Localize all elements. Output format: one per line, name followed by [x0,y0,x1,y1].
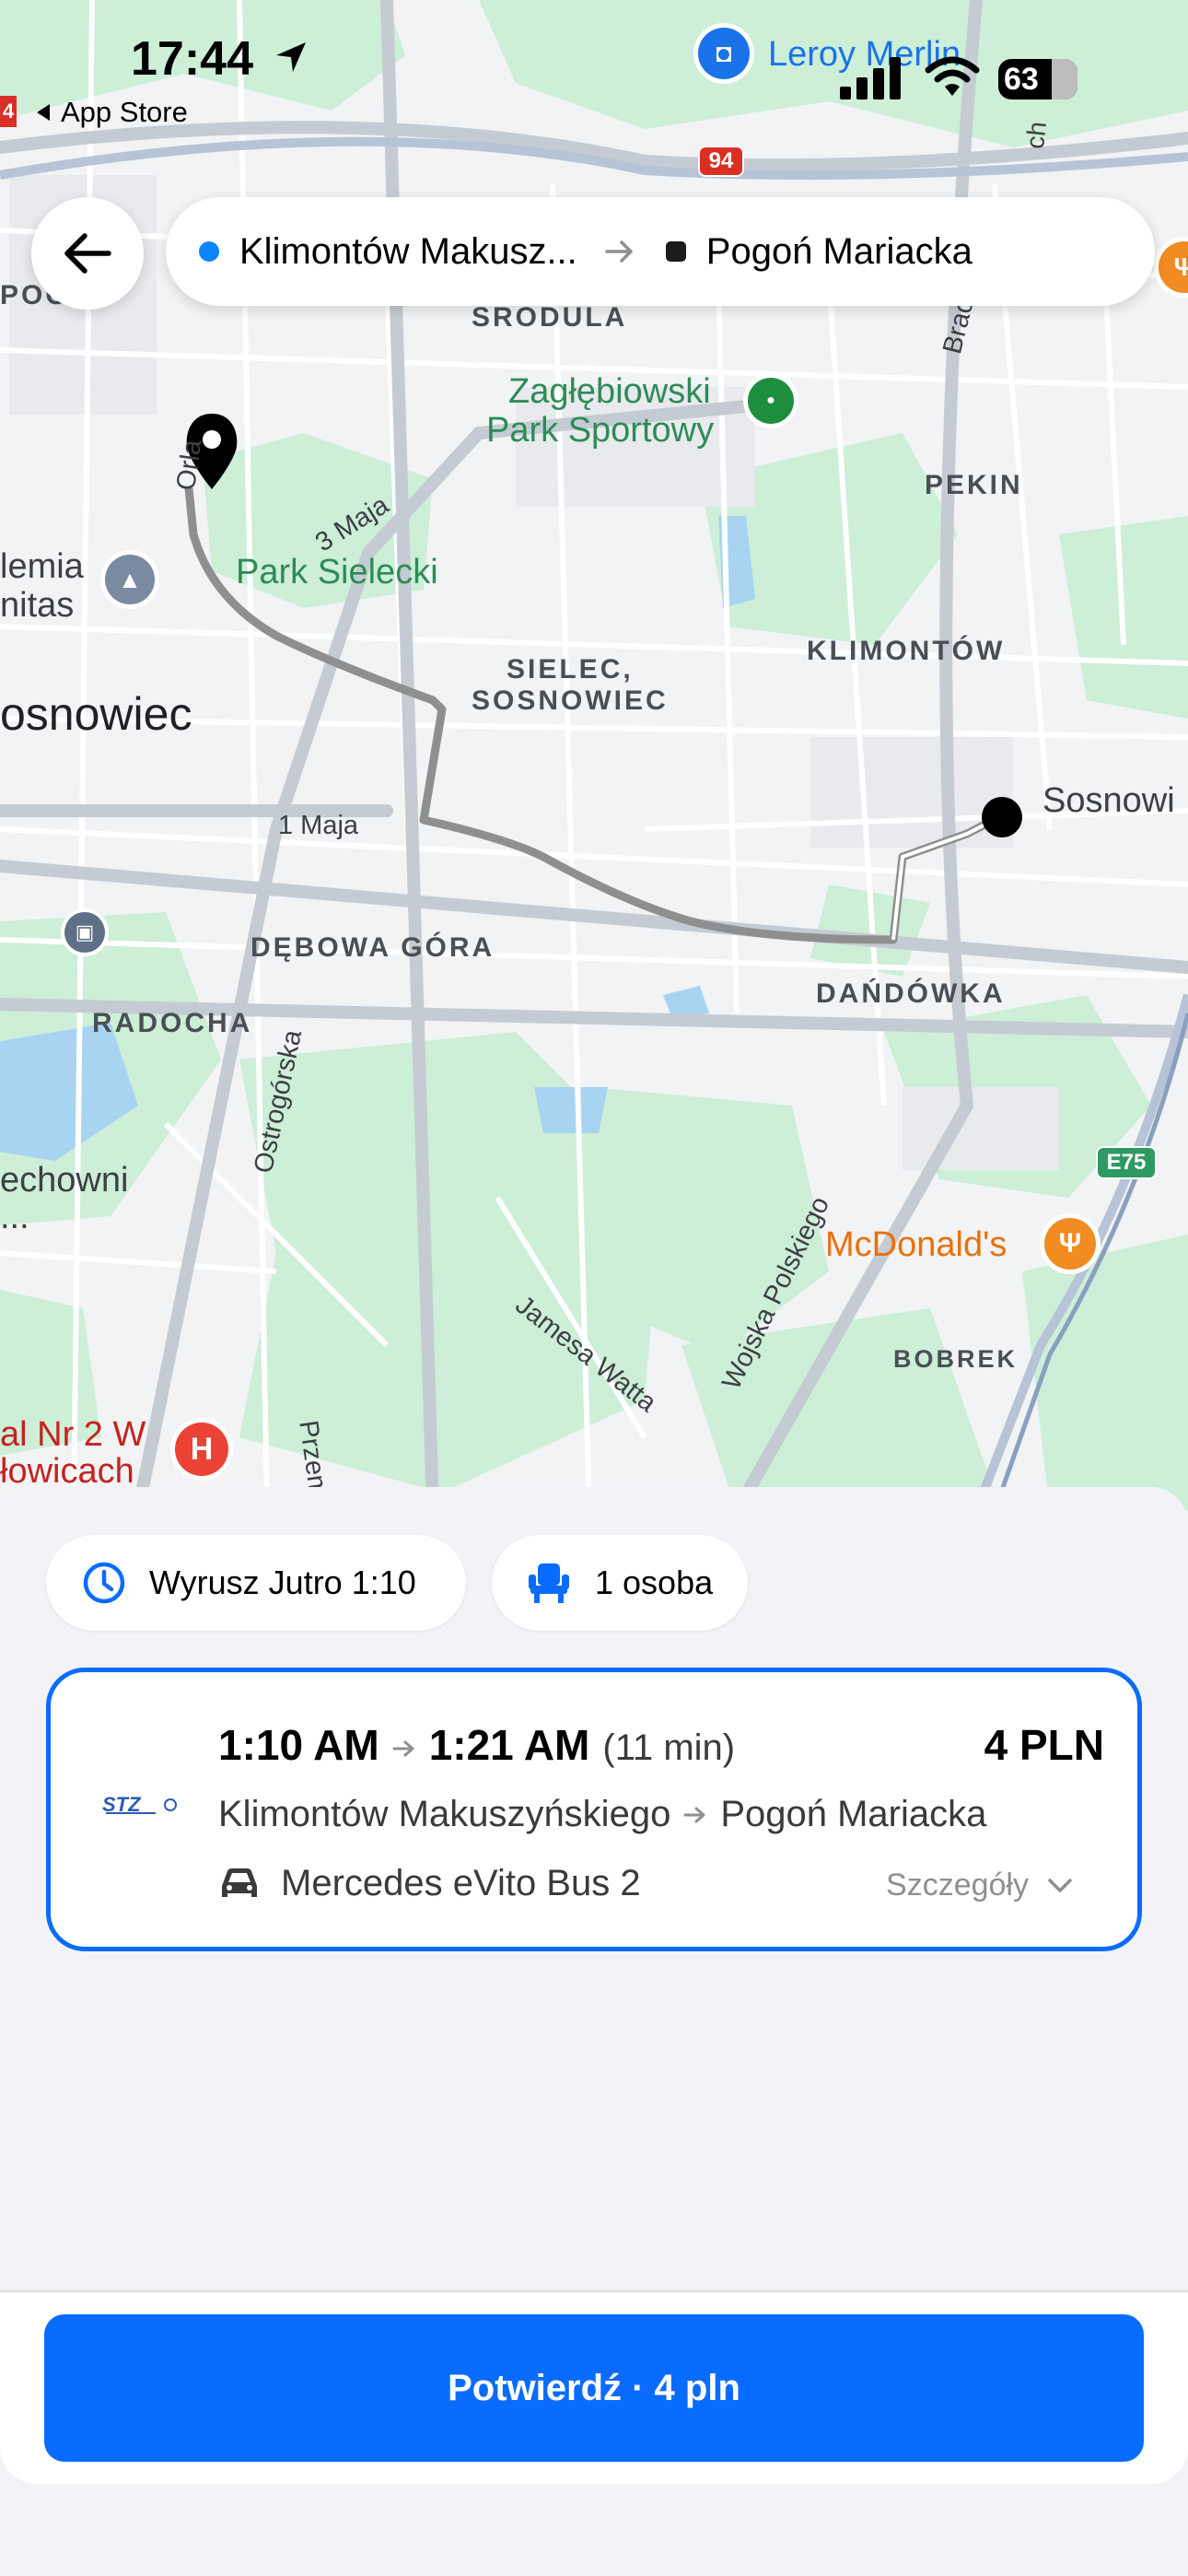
map-label-radocha: RADOCHA [92,1008,253,1038]
trip-depart-time: 1:10 AM [218,1721,379,1769]
trip-vehicle: Mercedes eVito Bus 2 [218,1863,641,1904]
map-label-orla: Orla [171,438,208,493]
map-label-echowni: echowni [0,1161,129,1200]
trip-details-toggle[interactable]: Szczegóły [886,1868,1073,1903]
destination-square-icon [665,241,686,262]
status-time: 17:44 [131,32,253,86]
departure-time-label: Wyrusz Jutro 1:10 [149,1563,416,1601]
trip-times: 1:10 AM 1:21 AM (11 min) [218,1720,735,1770]
operator-logo: STZ [102,1794,177,1816]
map-label-ch: ch [1020,120,1052,151]
trip-details-label: Szczegóły [886,1868,1029,1903]
origin-dot-icon [199,241,219,262]
route-destination: Pogoń Mariacka [705,230,973,272]
battery-level: 63 [1004,61,1039,97]
trip-arrive-time: 1:21 AM [428,1721,590,1769]
battery-empty-part [1052,59,1077,100]
park-pin-icon[interactable]: ● [748,378,794,424]
clock-icon [83,1562,125,1604]
seat-icon [529,1563,569,1603]
map-label-dots: ... [0,1198,29,1236]
trip-option-card[interactable]: STZ 1:10 AM 1:21 AM (11 min) 4 PLN Klimo… [46,1668,1142,1951]
stop-arrow-icon [683,1807,705,1822]
map-label-debowa-gora: DĘBOWA GÓRA [250,932,495,963]
map-label-akademia-1: lemia [0,547,84,586]
shopping-pin-icon[interactable]: ◘ [698,28,750,79]
route-origin: Klimontów Makusz... [239,230,577,272]
school-icon[interactable]: ▲ [105,555,155,604]
hospital-pin-icon[interactable]: H [175,1423,228,1476]
arrow-left-icon [64,233,111,274]
back-app-label: App Store [61,96,188,128]
map-label-szpital-1: al Nr 2 W [0,1415,146,1454]
passengers-chip[interactable]: 1 osoba [492,1535,748,1631]
arrow-right-icon [605,240,633,263]
back-button[interactable] [31,197,144,310]
road-shield-e75: E75 [1096,1146,1157,1179]
trip-to-stop: Pogoń Mariacka [720,1794,987,1834]
map-label-zaglebiowski-1[interactable]: Zagłębiowski [508,374,711,409]
map-label-park-sielecki[interactable]: Park Sielecki [236,555,438,590]
battery-indicator: 63 [998,59,1077,100]
trip-price: 4 PLN [984,1721,1104,1769]
cellular-signal-icon [840,57,901,100]
location-arrow-icon [276,42,306,72]
transit-icon[interactable]: ▣ [64,912,105,953]
map-label-sielec-2: SOSNOWIEC [472,685,669,716]
road-shield-94: 94 [698,146,744,177]
route-summary-bar[interactable]: Klimontów Makusz... Pogoń Mariacka [166,197,1155,306]
map-label-klimontow: KLIMONTÓW [807,636,1006,666]
map-label-zaglebiowski-2[interactable]: Park Sportowy [486,413,714,448]
passengers-label: 1 osoba [595,1563,714,1601]
trip-from-stop: Klimontów Makuszyńskiego [218,1794,671,1834]
restaurant-pin-icon[interactable]: Ψ [1044,1218,1096,1270]
back-triangle-icon [37,104,50,121]
car-icon [222,1868,257,1897]
map-label-sosnowiec-right: Sosnowi [1042,781,1175,820]
trip-duration: (11 min) [602,1727,736,1768]
trip-stops: Klimontów Makuszyńskiego Pogoń Mariacka [218,1794,986,1835]
map-label-sielec-1: SIELEC, [507,654,634,685]
wifi-icon [925,56,980,96]
chevron-down-icon [1048,1878,1072,1892]
map-label-1-maja: 1 Maja [278,811,359,840]
map-label-akademia-2: nitas [0,586,75,625]
road-shield-cut: 4 [0,96,17,127]
map-label-sosnowiec: osnowiec [0,688,192,740]
confirm-button[interactable]: Potwierdź · 4 pln [44,2314,1144,2462]
departure-time-chip[interactable]: Wyrusz Jutro 1:10 [46,1535,466,1631]
map-label-srodula: SRODULA [472,302,628,333]
time-arrow-icon [392,1740,414,1757]
map-label-mcdonalds[interactable]: McDonald's [825,1227,1007,1262]
back-to-app-link[interactable]: App Store [35,96,188,129]
map-label-dandowka: DAŃDÓWKA [816,978,1006,1009]
trip-vehicle-name: Mercedes eVito Bus 2 [281,1863,641,1903]
map-label-bobrek: BOBREK [893,1345,1019,1373]
map-label-szpital-2: łowicach [0,1452,134,1491]
map-label-pekin: PEKIN [925,470,1023,500]
